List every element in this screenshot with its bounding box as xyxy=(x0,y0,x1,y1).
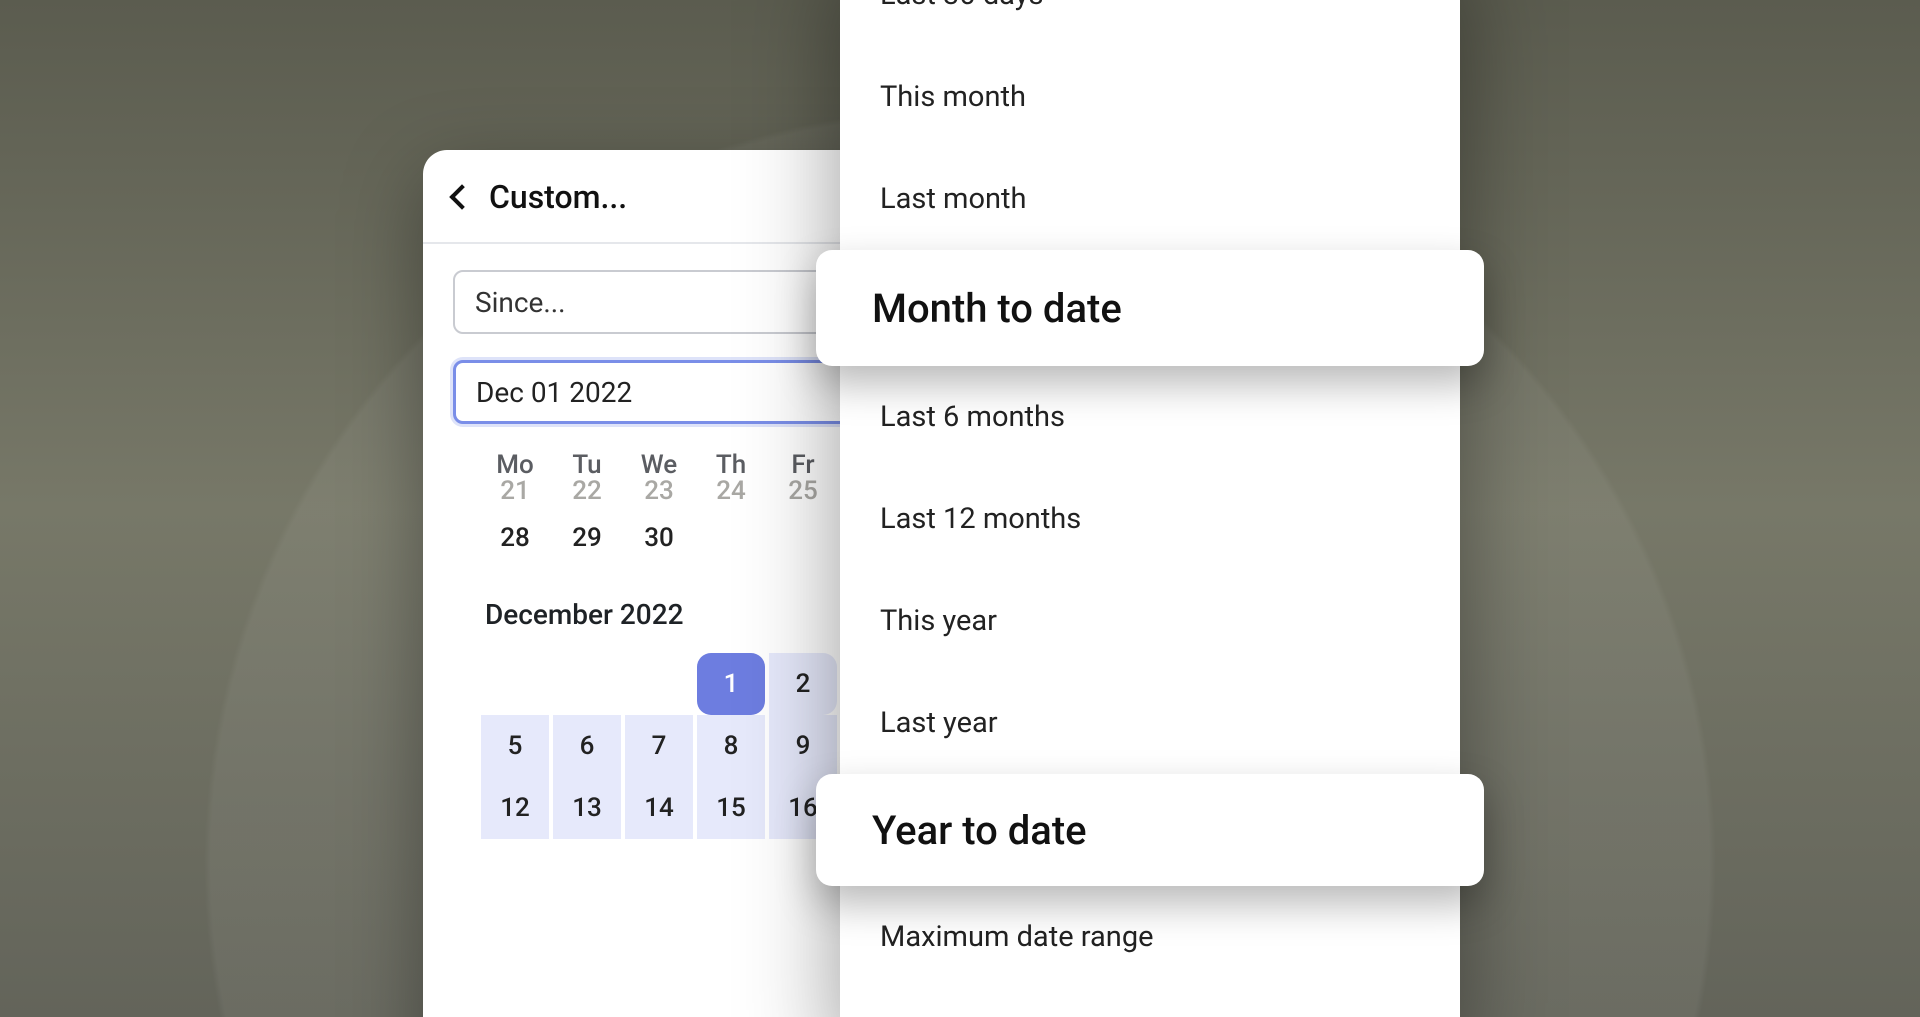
preset-item-this-year[interactable]: This year xyxy=(840,570,1460,672)
preset-label: Maximum date range xyxy=(880,920,1153,954)
day-cell[interactable]: 13 xyxy=(553,777,621,839)
day-cell[interactable]: 28 xyxy=(481,523,549,553)
preset-item-last-year[interactable]: Last year xyxy=(840,672,1460,774)
day-cell[interactable]: 7 xyxy=(625,715,693,777)
preset-item-this-month[interactable]: This month xyxy=(840,46,1460,148)
preset-label: Last year xyxy=(880,706,998,740)
day-cell[interactable]: 25 xyxy=(769,476,837,504)
day-cell[interactable]: 15 xyxy=(697,777,765,839)
preset-label: Last 30 days xyxy=(880,0,1043,12)
day-cell[interactable]: 5 xyxy=(481,715,549,777)
day-cell-selected[interactable]: 1 xyxy=(697,653,765,715)
preset-item-last-month[interactable]: Last month xyxy=(840,148,1460,250)
day-cell xyxy=(625,653,693,715)
preset-item-last-6-months[interactable]: Last 6 months xyxy=(840,366,1460,468)
day-cell[interactable]: 24 xyxy=(697,476,765,504)
day-cell[interactable]: 14 xyxy=(625,777,693,839)
preset-label: Last 12 months xyxy=(880,502,1081,536)
day-cell[interactable]: 6 xyxy=(553,715,621,777)
preset-item-month-to-date[interactable]: Month to date xyxy=(816,250,1484,366)
preset-label: Last 6 months xyxy=(880,400,1065,434)
preset-item-maximum-date-range[interactable]: Maximum date range xyxy=(840,886,1460,988)
since-placeholder: Since... xyxy=(475,286,566,319)
preset-label: This year xyxy=(880,604,997,638)
day-cell[interactable]: 29 xyxy=(553,523,621,553)
day-cell xyxy=(553,653,621,715)
day-cell[interactable]: 23 xyxy=(625,476,693,504)
day-cell[interactable]: 8 xyxy=(697,715,765,777)
panel-title: Custom... xyxy=(489,178,627,216)
preset-label: This month xyxy=(880,80,1026,114)
day-cell[interactable]: 9 xyxy=(769,715,837,777)
day-cell[interactable]: 22 xyxy=(553,476,621,504)
date-value: Dec 01 2022 xyxy=(476,376,632,409)
day-cell[interactable]: 12 xyxy=(481,777,549,839)
preset-label: Last month xyxy=(880,182,1027,216)
preset-list: Last 30 days This month Last month Month… xyxy=(840,0,1460,1017)
preset-item-last-12-months[interactable]: Last 12 months xyxy=(840,468,1460,570)
preset-label: Month to date xyxy=(872,285,1122,332)
preset-item-year-to-date[interactable]: Year to date xyxy=(816,774,1484,886)
day-cell xyxy=(481,653,549,715)
preset-item-last-30-days[interactable]: Last 30 days xyxy=(840,0,1460,46)
chevron-left-icon[interactable] xyxy=(449,184,474,209)
day-cell[interactable]: 2 xyxy=(769,653,837,715)
day-cell[interactable]: 30 xyxy=(625,523,693,553)
preset-label: Year to date xyxy=(872,807,1087,854)
day-cell[interactable]: 21 xyxy=(481,476,549,504)
